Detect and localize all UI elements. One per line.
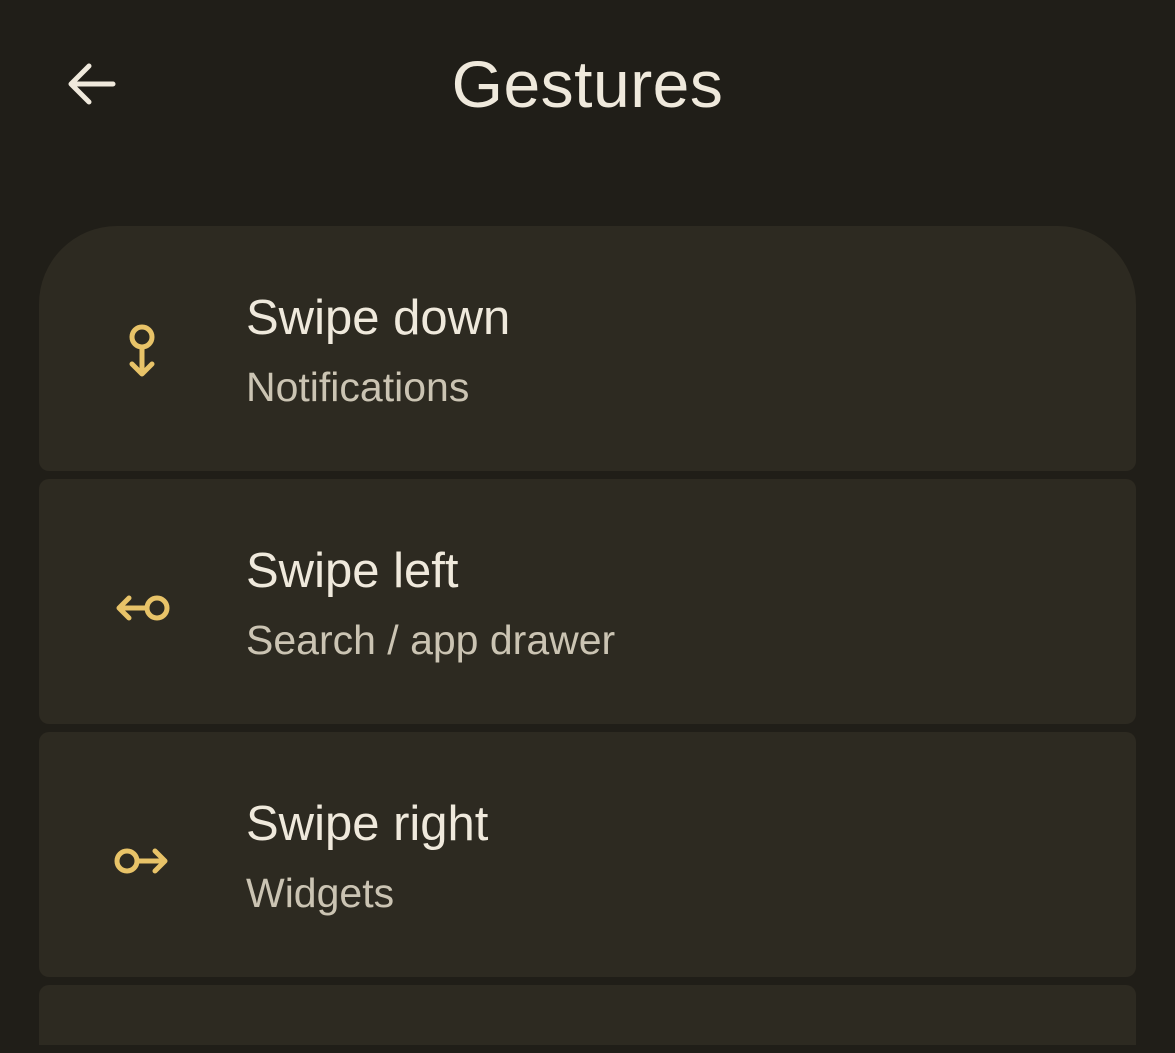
- gesture-title: Swipe down: [246, 291, 511, 345]
- gesture-title: Swipe left: [246, 544, 459, 598]
- gesture-item-partial[interactable]: [39, 985, 1136, 1045]
- gesture-action: Notifications: [246, 364, 470, 410]
- top-app-bar: Gestures: [0, 0, 1175, 170]
- swipe-right-icon: [103, 822, 181, 900]
- gesture-item-swipe-left[interactable]: Swipe left Search / app drawer: [39, 479, 1136, 724]
- gesture-item-swipe-down[interactable]: Swipe down Notifications: [39, 226, 1136, 471]
- gesture-action: Widgets: [246, 870, 395, 916]
- gesture-title: Swipe right: [246, 797, 489, 851]
- gesture-action: Search / app drawer: [246, 617, 616, 663]
- swipe-down-icon: [103, 316, 181, 394]
- gesture-list: Swipe down Notifications Swipe left Sear…: [39, 226, 1136, 1053]
- page-title: Gestures: [451, 47, 724, 121]
- gesture-item-swipe-right[interactable]: Swipe right Widgets: [39, 732, 1136, 977]
- swipe-left-icon: [103, 569, 181, 647]
